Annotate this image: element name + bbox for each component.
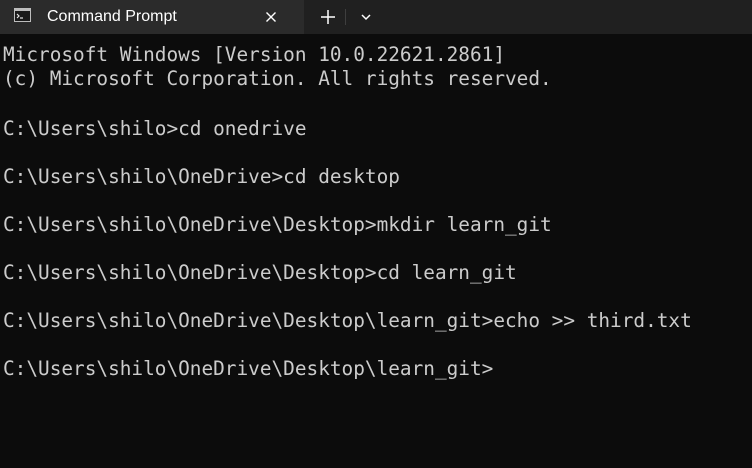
terminal-icon: [14, 8, 31, 22]
tab-title: Command Prompt: [47, 8, 177, 25]
terminal-line: C:\Users\shilo>cd onedrive: [3, 117, 307, 140]
chevron-down-icon[interactable]: [355, 4, 377, 30]
terminal-line: C:\Users\shilo\OneDrive\Desktop>cd learn…: [3, 261, 517, 284]
tab-command-prompt[interactable]: Command Prompt: [0, 0, 304, 34]
terminal-line: (c) Microsoft Corporation. All rights re…: [3, 67, 552, 90]
terminal-line: C:\Users\shilo\OneDrive\Desktop\learn_gi…: [3, 309, 692, 332]
plus-icon[interactable]: [315, 4, 341, 30]
title-bar: Command Prompt: [0, 0, 752, 34]
terminal-line: C:\Users\shilo\OneDrive>cd desktop: [3, 165, 400, 188]
terminal-output[interactable]: Microsoft Windows [Version 10.0.22621.28…: [0, 34, 752, 468]
terminal-line: Microsoft Windows [Version 10.0.22621.28…: [3, 43, 505, 66]
terminal-prompt-line: C:\Users\shilo\OneDrive\Desktop\learn_gi…: [3, 357, 494, 380]
tab-divider: [345, 9, 346, 25]
close-icon[interactable]: [262, 8, 280, 26]
terminal-line: C:\Users\shilo\OneDrive\Desktop>mkdir le…: [3, 213, 552, 236]
